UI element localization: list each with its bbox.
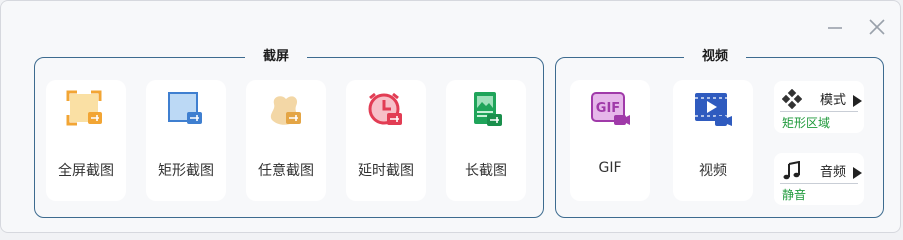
minimize-icon[interactable] xyxy=(823,15,847,39)
audio-divider xyxy=(780,183,858,184)
gif-record-icon: GIF xyxy=(590,90,630,130)
gif-record-button[interactable]: GIF GIF xyxy=(570,80,650,201)
delayed-capture-icon xyxy=(366,90,406,130)
audio-label: 音频 xyxy=(820,165,847,180)
mode-selector[interactable]: 模式 矩形区域 xyxy=(774,81,864,133)
long-capture-button[interactable]: 长截图 xyxy=(446,80,526,201)
svg-text:GIF: GIF xyxy=(596,101,620,116)
audio-selector[interactable]: 音频 静音 xyxy=(774,153,864,205)
long-capture-icon xyxy=(466,90,506,130)
screenshot-group-title: 截屏 xyxy=(245,47,308,67)
delayed-capture-button[interactable]: 延时截图 xyxy=(346,80,426,201)
music-note-icon xyxy=(782,160,802,181)
delayed-capture-label: 延时截图 xyxy=(358,163,414,179)
freeform-capture-button[interactable]: 任意截图 xyxy=(246,80,326,201)
mode-icon xyxy=(781,88,803,110)
mode-label: 模式 xyxy=(820,93,847,108)
video-record-label: 视频 xyxy=(699,163,727,179)
fullscreen-capture-icon xyxy=(66,90,106,130)
freeform-capture-label: 任意截图 xyxy=(258,163,314,179)
audio-expand-arrow-icon[interactable] xyxy=(852,164,862,179)
long-capture-label: 长截图 xyxy=(465,163,507,179)
mode-expand-arrow-icon[interactable] xyxy=(852,92,862,107)
mode-value: 矩形区域 xyxy=(782,116,831,130)
video-record-icon xyxy=(693,90,733,130)
video-group-title: 视频 xyxy=(684,47,747,67)
fullscreen-capture-button[interactable]: 全屏截图 xyxy=(46,80,126,201)
close-icon[interactable] xyxy=(865,15,889,39)
rect-capture-icon xyxy=(166,90,206,130)
fullscreen-capture-label: 全屏截图 xyxy=(58,163,114,179)
audio-value: 静音 xyxy=(782,188,807,202)
capture-toolbar-window: 截屏 全屏截图 矩形截图 任意截图 延时截图 长截图 视频 GIF GIF 视频… xyxy=(0,0,901,233)
video-record-button[interactable]: 视频 xyxy=(673,80,753,201)
rect-capture-button[interactable]: 矩形截图 xyxy=(146,80,226,201)
freeform-capture-icon xyxy=(266,90,306,130)
gif-record-label: GIF xyxy=(598,160,622,176)
mode-divider xyxy=(780,111,858,112)
rect-capture-label: 矩形截图 xyxy=(158,163,214,179)
